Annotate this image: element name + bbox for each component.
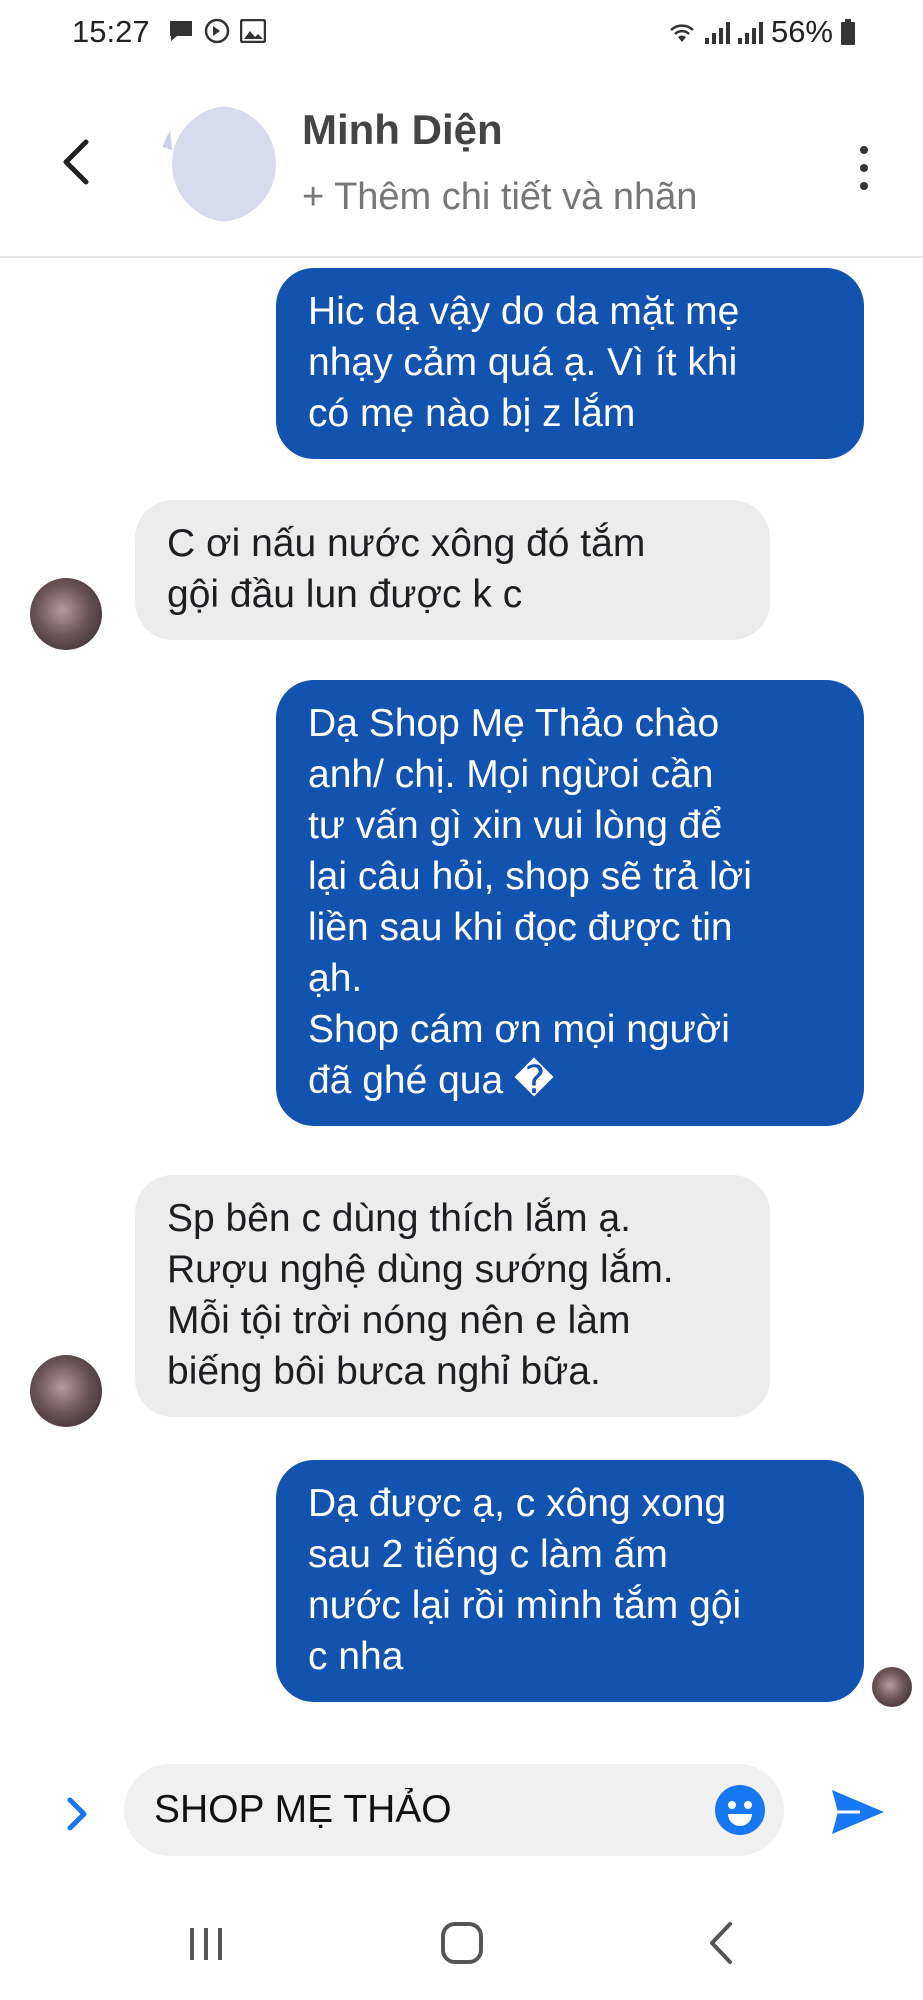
notification-icons bbox=[168, 18, 266, 44]
expand-chevron-icon[interactable] bbox=[62, 1794, 92, 1834]
sender-avatar[interactable] bbox=[30, 578, 102, 650]
send-icon[interactable] bbox=[830, 1786, 886, 1838]
message-input[interactable] bbox=[154, 1788, 674, 1832]
back-chevron-icon[interactable] bbox=[52, 132, 100, 192]
message-composer bbox=[0, 1764, 923, 1864]
smiley-icon[interactable] bbox=[714, 1784, 766, 1836]
status-time: 15:27 bbox=[72, 14, 150, 49]
nav-back-icon[interactable] bbox=[706, 1920, 736, 1966]
recent-apps-icon[interactable] bbox=[184, 1922, 228, 1966]
sync-icon bbox=[204, 18, 230, 44]
signal-icon bbox=[704, 20, 730, 44]
home-icon[interactable] bbox=[440, 1920, 484, 1966]
battery-icon bbox=[841, 19, 855, 45]
more-options-icon[interactable] bbox=[849, 146, 879, 190]
image-notification-icon bbox=[240, 19, 266, 43]
conversation-header: Minh Diện + Thêm chi tiết và nhãn bbox=[0, 66, 923, 258]
contact-name[interactable]: Minh Diện bbox=[302, 106, 503, 154]
outgoing-message[interactable]: Hic dạ vậy do da mặt mẹ nhạy cảm quá ạ. … bbox=[276, 268, 864, 459]
signal-icon bbox=[737, 20, 763, 44]
wifi-icon bbox=[670, 24, 694, 42]
incoming-message[interactable]: C ơi nấu nước xông đó tắm gội đầu lun đư… bbox=[135, 500, 770, 640]
chat-notification-icon bbox=[170, 21, 192, 41]
outgoing-message[interactable]: Dạ Shop Mẹ Thảo chào anh/ chị. Mọi ngừoi… bbox=[276, 680, 864, 1126]
outgoing-message[interactable]: Dạ được ạ, c xông xong sau 2 tiếng c làm… bbox=[276, 1460, 864, 1702]
add-details-link[interactable]: + Thêm chi tiết và nhãn bbox=[302, 176, 697, 219]
seen-avatar bbox=[872, 1667, 912, 1707]
sender-avatar[interactable] bbox=[30, 1355, 102, 1427]
status-right: 56% bbox=[667, 14, 855, 50]
incoming-message[interactable]: Sp bên c dùng thích lắm ạ. Rượu nghệ dùn… bbox=[135, 1175, 770, 1417]
contact-avatar[interactable] bbox=[160, 106, 276, 222]
system-nav-bar bbox=[0, 1900, 923, 2000]
message-input-container bbox=[124, 1764, 784, 1856]
status-bar: 15:27 56% bbox=[0, 0, 923, 66]
battery-percent: 56% bbox=[770, 14, 833, 49]
